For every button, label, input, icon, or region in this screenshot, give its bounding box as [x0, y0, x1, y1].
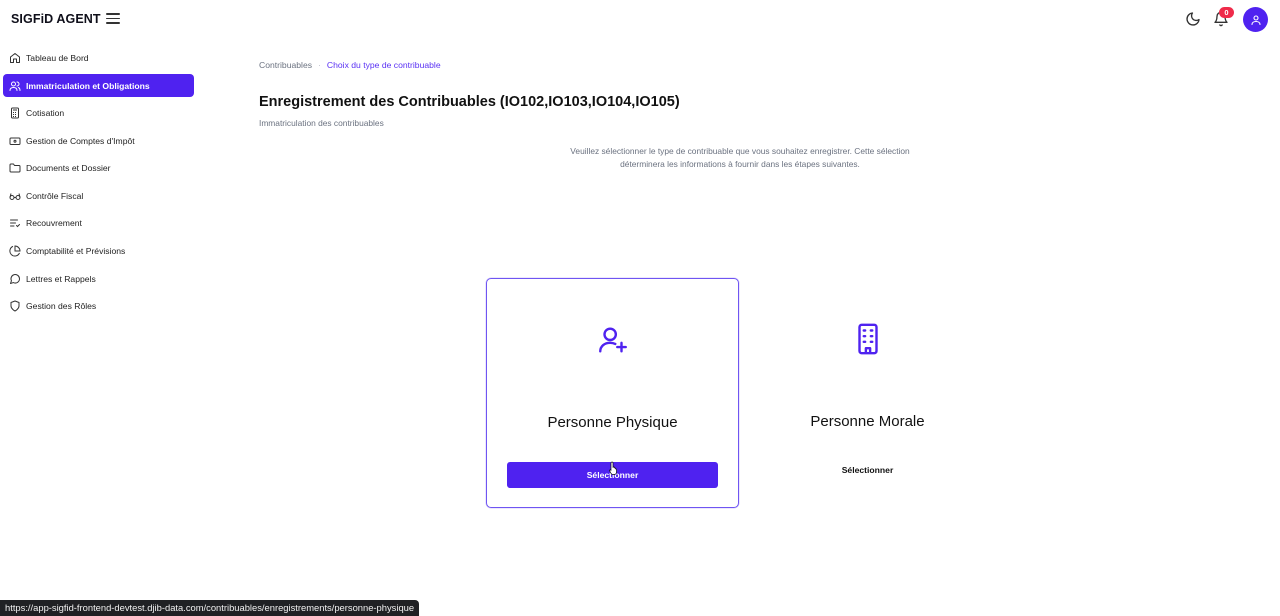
sidebar-item-label: Documents et Dossier	[26, 162, 111, 173]
calculator-icon	[9, 107, 21, 119]
sidebar-item-label: Contrôle Fiscal	[26, 190, 84, 201]
glasses-icon	[9, 190, 21, 202]
sidebar-item-label: Comptabilité et Prévisions	[26, 245, 126, 256]
notifications-count-badge: 0	[1219, 7, 1234, 18]
sidebar-item-tableau-de-bord[interactable]: Tableau de Bord	[3, 46, 194, 69]
sidebar-item-documents[interactable]: Documents et Dossier	[3, 156, 194, 179]
breadcrumb-item-current: Choix du type de contribuable	[326, 60, 441, 70]
user-icon	[1250, 14, 1261, 25]
breadcrumb: Contribuables · Choix du type de contribua…	[259, 60, 441, 70]
list-check-icon	[9, 217, 21, 229]
top-bar: SIGFiD AGENT 0	[0, 0, 1280, 40]
sidebar-item-lettres-rappels[interactable]: Lettres et Rappels	[3, 267, 194, 290]
home-icon	[9, 52, 21, 64]
sidebar-item-label: Lettres et Rappels	[26, 273, 96, 284]
wallet-icon	[9, 135, 21, 147]
page-subtitle: Immatriculation des contribuables	[259, 118, 384, 128]
user-plus-icon	[598, 327, 627, 353]
sidebar-item-gestion-comptes[interactable]: Gestion de Comptes d'Impôt	[3, 129, 194, 152]
select-personne-morale-button[interactable]: Sélectionner	[741, 465, 994, 475]
sidebar-item-label: Tableau de Bord	[26, 52, 89, 63]
card-personne-morale[interactable]: Personne Morale Sélectionner	[741, 278, 994, 508]
sidebar-item-recouvrement[interactable]: Recouvrement	[3, 211, 194, 234]
sidebar-item-label: Immatriculation et Obligations	[26, 80, 150, 91]
sidebar-item-comptabilite[interactable]: Comptabilité et Prévisions	[3, 239, 194, 262]
sidebar-item-immatriculation[interactable]: Immatriculation et Obligations	[3, 74, 194, 97]
sidebar-item-label: Recouvrement	[26, 217, 82, 228]
sidebar-item-label: Gestion des Rôles	[26, 300, 97, 311]
status-bar-url: https://app-sigfid-frontend-devtest.djib…	[0, 600, 420, 616]
menu-toggle-icon[interactable]	[106, 13, 120, 25]
folder-icon	[9, 162, 21, 174]
message-icon	[9, 273, 21, 285]
user-avatar[interactable]	[1243, 7, 1268, 32]
page-title: Enregistrement des Contribuables (IO102,…	[259, 94, 680, 110]
sidebar-item-label: Cotisation	[26, 107, 65, 118]
sidebar-item-cotisation[interactable]: Cotisation	[3, 101, 194, 124]
users-icon	[9, 80, 21, 92]
hand-cursor-icon	[609, 461, 617, 475]
card-title: Personne Physique	[547, 414, 678, 431]
sidebar-item-gestion-roles[interactable]: Gestion des Rôles	[3, 294, 194, 317]
intro-text: Veuillez sélectionner le type de contrib…	[570, 146, 910, 169]
building-icon	[857, 323, 878, 355]
shield-icon	[9, 300, 21, 312]
breadcrumb-separator: ·	[318, 60, 321, 70]
sidebar-item-label: Gestion de Comptes d'Impôt	[26, 135, 135, 146]
breadcrumb-item-contribuables[interactable]: Contribuables	[259, 60, 312, 70]
pie-chart-icon	[9, 244, 21, 257]
card-title: Personne Morale	[810, 413, 925, 430]
sidebar-item-controle-fiscal[interactable]: Contrôle Fiscal	[3, 184, 194, 207]
dark-mode-toggle-icon[interactable]	[1185, 11, 1201, 27]
brand-logo-text[interactable]: SIGFiD AGENT	[11, 12, 101, 26]
